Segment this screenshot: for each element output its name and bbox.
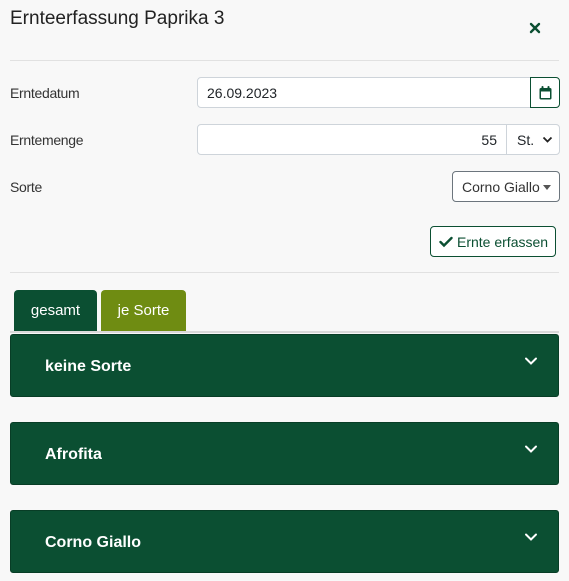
- divider: [10, 60, 559, 61]
- calendar-button[interactable]: [530, 77, 560, 108]
- record-harvest-button[interactable]: Ernte erfassen: [430, 226, 556, 257]
- accordion-corno-giallo[interactable]: Corno Giallo: [10, 510, 559, 573]
- record-harvest-label: Ernte erfassen: [457, 233, 549, 250]
- chevron-down-icon: [542, 136, 553, 143]
- calendar-icon: [539, 85, 551, 99]
- chevron-down-icon: [525, 445, 537, 453]
- accordion-title: Afrofita: [45, 446, 102, 463]
- accordion-keine-sorte[interactable]: keine Sorte: [10, 334, 559, 397]
- divider: [10, 272, 559, 273]
- variety-value: Corno Giallo: [462, 178, 540, 195]
- caret-down-icon: [543, 185, 551, 190]
- accordion-afrofita[interactable]: Afrofita: [10, 422, 559, 485]
- chevron-down-icon: [525, 357, 537, 365]
- amount-field[interactable]: 55: [197, 124, 507, 155]
- unit-value: St.: [517, 131, 535, 148]
- amount-label: Erntemenge: [10, 132, 84, 148]
- variety-dropdown[interactable]: Corno Giallo: [452, 171, 560, 202]
- tab-gesamt[interactable]: gesamt: [14, 290, 97, 331]
- accordion-title: keine Sorte: [45, 358, 132, 375]
- check-icon: [439, 236, 453, 247]
- tab-je-sorte[interactable]: je Sorte: [101, 290, 186, 331]
- tab-divider: [10, 331, 559, 333]
- date-field[interactable]: 26.09.2023: [197, 77, 531, 108]
- date-label: Erntedatum: [10, 85, 80, 101]
- variety-label: Sorte: [10, 179, 42, 195]
- chevron-down-icon: [525, 533, 537, 541]
- page-title: Ernteerfassung Paprika 3: [10, 8, 225, 29]
- accordion-title: Corno Giallo: [45, 534, 141, 551]
- amount-value: 55: [481, 131, 497, 148]
- close-icon[interactable]: [527, 18, 543, 38]
- unit-select[interactable]: St.: [506, 124, 560, 155]
